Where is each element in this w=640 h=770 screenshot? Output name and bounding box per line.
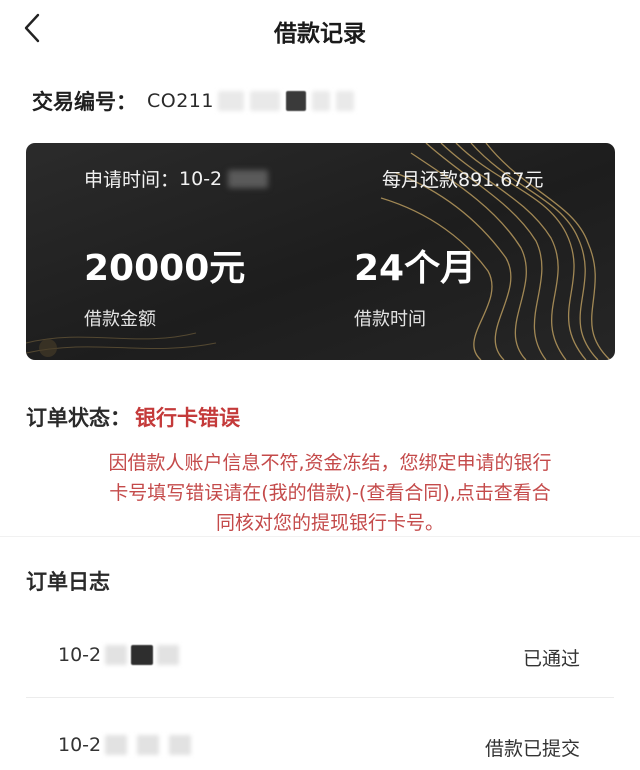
navigation-header: 借款记录 bbox=[0, 0, 640, 62]
redaction-mask bbox=[218, 91, 354, 111]
order-status-value: 银行卡错误 bbox=[135, 406, 240, 430]
apply-time-value: 10-2 bbox=[179, 167, 223, 190]
transaction-number-row: 交易编号： CO211 bbox=[32, 86, 354, 116]
log-entry-date-value: 10-2 bbox=[58, 644, 102, 666]
monthly-repayment: 每月还款891.67元 bbox=[382, 169, 544, 191]
order-status-label: 订单状态： bbox=[26, 406, 131, 430]
apply-time-label: 申请时间： bbox=[84, 169, 180, 191]
log-entry-date-value: 10-2 bbox=[58, 734, 102, 756]
log-divider bbox=[26, 697, 614, 698]
order-status-row: 订单状态： 银行卡错误 bbox=[26, 402, 240, 432]
order-log-title: 订单日志 bbox=[26, 570, 110, 594]
page-title: 借款记录 bbox=[274, 21, 366, 47]
status-note-line: 同核对您的提现银行卡号。 bbox=[215, 512, 444, 534]
loan-term-label: 借款时间 bbox=[354, 309, 426, 330]
log-entry-date: 10-2 bbox=[58, 734, 192, 756]
status-note-line: 卡号填写错误请在(我的借款)-(查看合同),点击查看合 bbox=[109, 482, 551, 504]
order-status-note: 因借款人账户信息不符,资金冻结，您绑定申请的银行 卡号填写错误请在(我的借款)-… bbox=[60, 448, 600, 538]
loan-amount-label: 借款金额 bbox=[84, 309, 156, 330]
loan-amount-value: 20000元 bbox=[84, 248, 246, 289]
log-entry-status: 已通过 bbox=[522, 648, 580, 670]
log-entry[interactable]: 10-2 借款已提交 bbox=[0, 712, 640, 770]
apply-time: 申请时间： 10-2 bbox=[84, 165, 269, 192]
redaction-mask bbox=[228, 169, 269, 188]
log-entry-status: 借款已提交 bbox=[484, 738, 580, 760]
status-note-line: 因借款人账户信息不符,资金冻结，您绑定申请的银行 bbox=[108, 452, 552, 474]
transaction-number-label: 交易编号： bbox=[32, 90, 137, 114]
loan-record-page: 借款记录 交易编号： CO211 申请时间： 10-2 每月还款891.67元 … bbox=[0, 0, 640, 770]
section-divider bbox=[0, 536, 640, 537]
loan-term-value: 24个月 bbox=[354, 248, 477, 289]
log-entry-date: 10-2 bbox=[58, 644, 180, 666]
transaction-number-value: CO211 bbox=[147, 90, 214, 112]
log-entry[interactable]: 10-2 已通过 bbox=[0, 622, 640, 692]
loan-summary-card[interactable]: 申请时间： 10-2 每月还款891.67元 20000元 借款金额 24个月 … bbox=[26, 143, 615, 360]
